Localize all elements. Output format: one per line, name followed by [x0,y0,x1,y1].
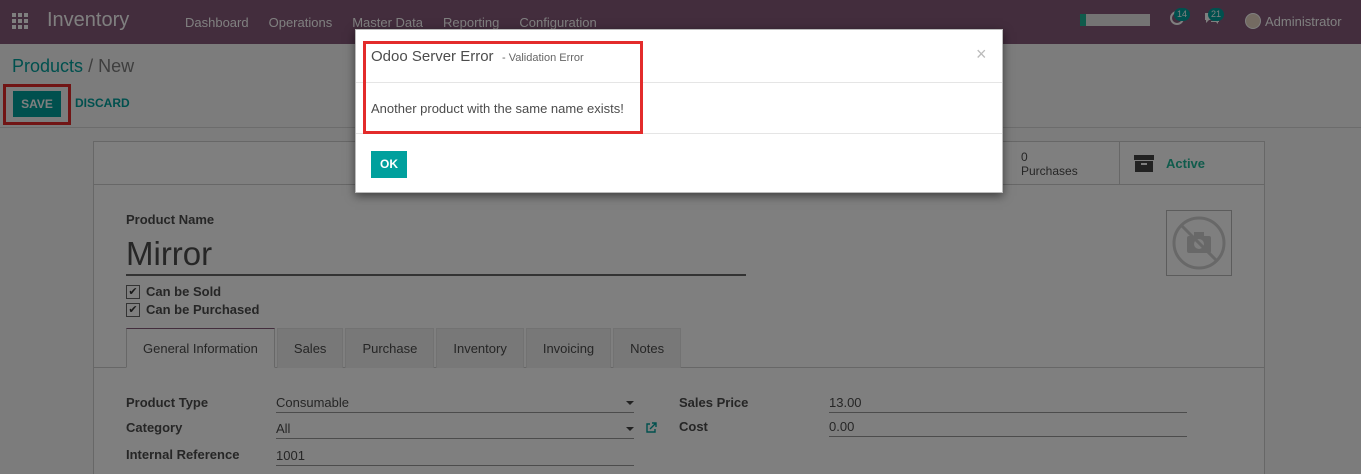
error-highlight-box [363,41,643,134]
ok-button[interactable]: OK [371,151,407,178]
close-icon[interactable]: × [976,44,987,65]
server-error-dialog: Odoo Server Error - Validation Error × A… [355,29,1003,193]
